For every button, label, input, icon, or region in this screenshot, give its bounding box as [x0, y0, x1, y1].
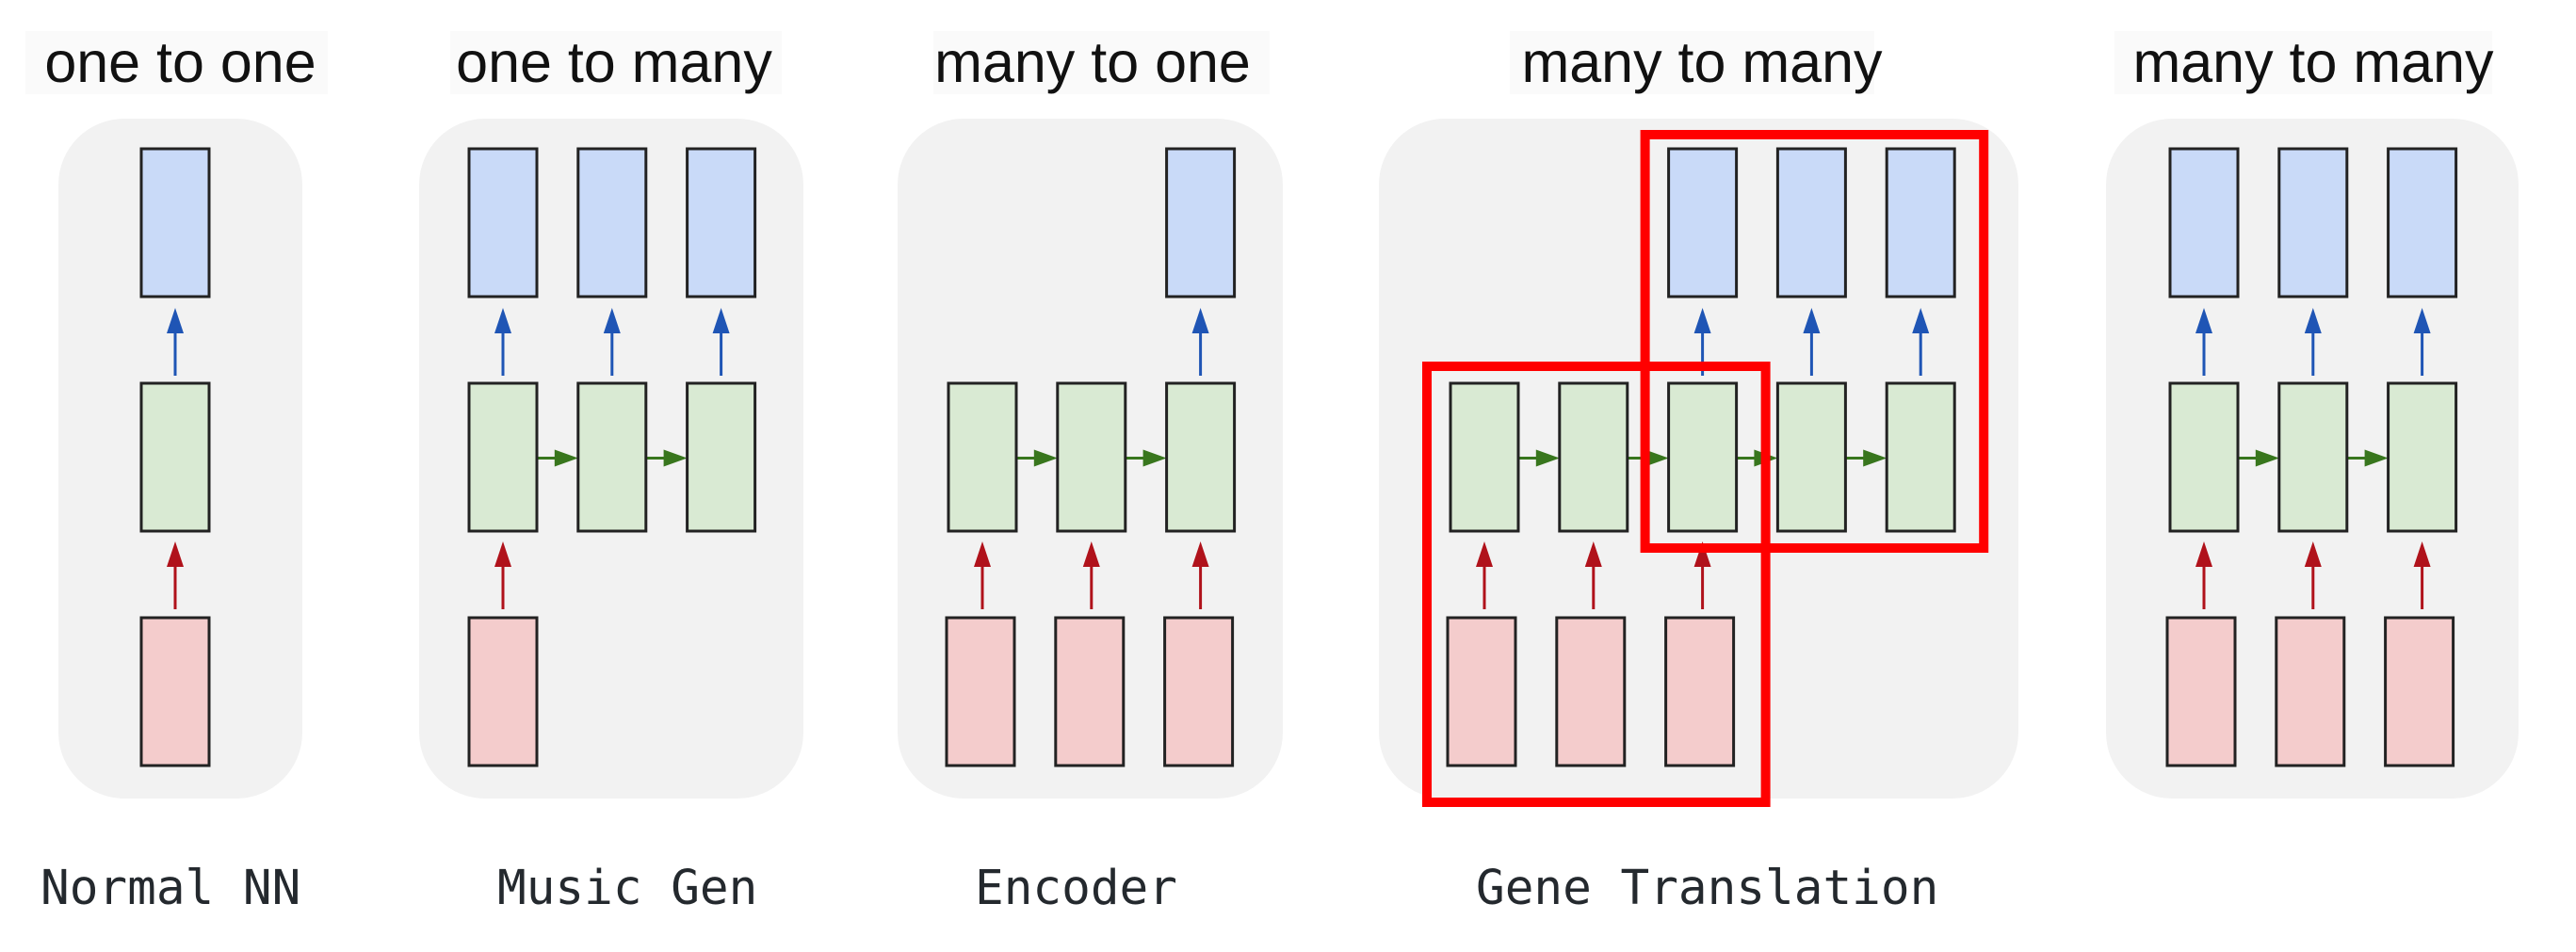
panel-title-one-to-many: one to many: [456, 30, 772, 94]
panel-1-output-cell-0: [467, 147, 539, 299]
panel-3-output-cell-2: [1667, 147, 1739, 299]
panel-4-input-cell-0: [2165, 616, 2237, 767]
rnn-architectures-diagram: one to one one to many many to one many …: [25, 30, 2519, 916]
panel-3-hidden-cell-3: [1775, 381, 1847, 533]
panel-title-many-to-many-seq2seq: many to many: [1521, 30, 1883, 94]
caption-music-gen: Music Gen: [497, 861, 757, 916]
panel-0-output-cell-0: [139, 147, 211, 299]
panel-1-hidden-cell-0: [467, 381, 539, 533]
panel-0-hidden-cell-0: [139, 381, 211, 533]
panel-2-hidden-cell-2: [1165, 381, 1237, 533]
panel-2-hidden-cell-0: [947, 381, 1018, 533]
caption-normal-nn: Normal NN: [41, 861, 300, 916]
panel-0-input-cell-0: [139, 616, 211, 767]
panel-2-input-cell-2: [1163, 616, 1235, 767]
panel-1-output-cell-1: [576, 147, 648, 299]
panel-3-hidden-cell-4: [1885, 381, 1956, 533]
panel-4-output-cell-0: [2168, 147, 2240, 299]
panel-2-input-cell-1: [1054, 616, 1126, 767]
panel-3-output-cell-3: [1775, 147, 1847, 299]
panel-1-input-cell-0: [467, 616, 539, 767]
panel-title-many-to-many-synced: many to many: [2132, 30, 2494, 94]
panel-4-input-cell-2: [2384, 616, 2455, 767]
panel-4-hidden-cell-2: [2387, 381, 2458, 533]
panel-3-input-cell-0: [1446, 616, 1517, 767]
panel-2-hidden-cell-1: [1056, 381, 1127, 533]
panel-2-output-cell-2: [1165, 147, 1237, 299]
panel-3-input-cell-2: [1664, 616, 1736, 767]
panel-3-input-cell-1: [1555, 616, 1627, 767]
panel-3-output-cell-4: [1885, 147, 1956, 299]
panel-3-hidden-cell-2: [1667, 381, 1739, 533]
panel-4-hidden-cell-0: [2168, 381, 2240, 533]
panel-4-hidden-cell-1: [2277, 381, 2349, 533]
panel-1-hidden-cell-1: [576, 381, 648, 533]
panel-3-hidden-cell-0: [1449, 381, 1520, 533]
caption-encoder: Encoder: [975, 861, 1177, 916]
panel-4-output-cell-1: [2277, 147, 2349, 299]
panel-title-one-to-one: one to one: [44, 30, 316, 94]
caption-gene-translation: Gene Translation: [1476, 861, 1938, 916]
panel-1-hidden-cell-2: [686, 381, 757, 533]
panel-title-many-to-one: many to one: [934, 30, 1251, 94]
panel-4-output-cell-2: [2387, 147, 2458, 299]
panel-2-input-cell-0: [945, 616, 1016, 767]
panel-1-output-cell-2: [686, 147, 757, 299]
panel-4-input-cell-1: [2275, 616, 2346, 767]
panel-3-hidden-cell-1: [1558, 381, 1629, 533]
